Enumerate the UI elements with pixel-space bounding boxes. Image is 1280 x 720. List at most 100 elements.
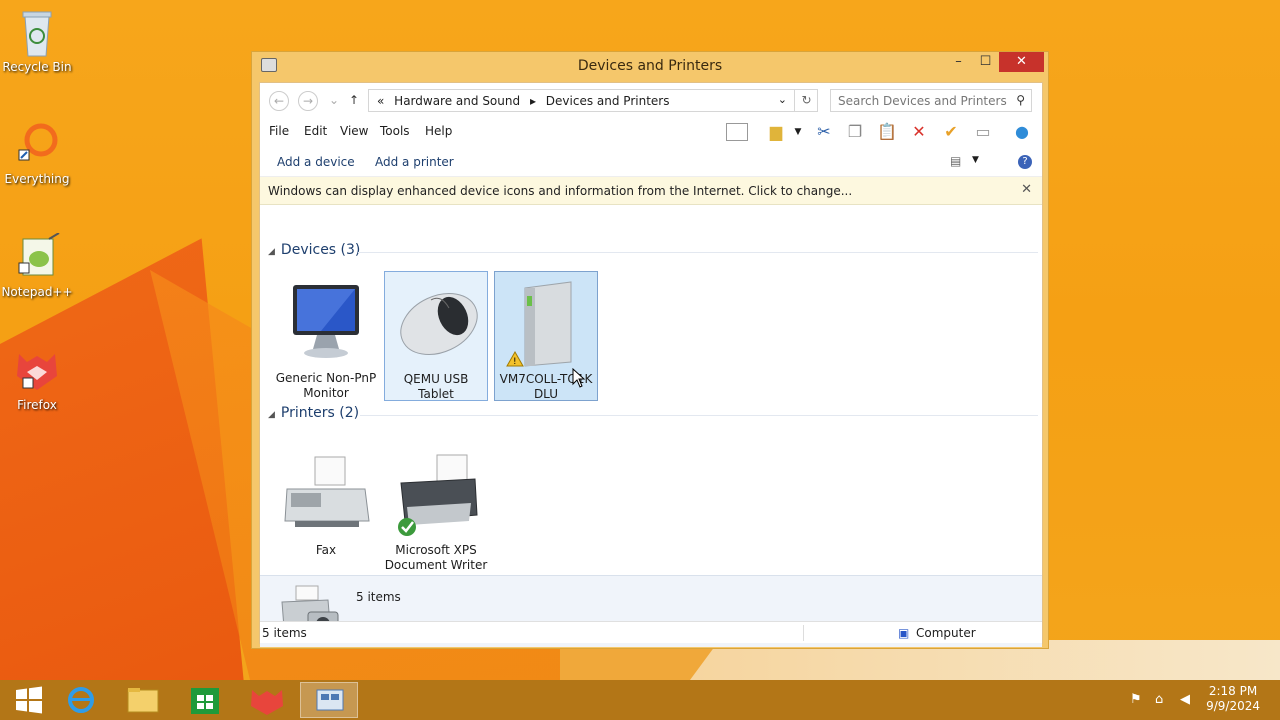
folder-options-icon[interactable]: ▆ xyxy=(765,121,787,143)
taskbar-firefox[interactable] xyxy=(238,682,296,718)
computer-tower-icon: ! xyxy=(501,278,591,368)
paste-icon[interactable]: 📋 xyxy=(876,121,898,143)
back-button[interactable]: ← xyxy=(269,91,289,111)
collapse-triangle-icon[interactable]: ◢ xyxy=(268,410,275,420)
printer-icon xyxy=(391,449,481,539)
refresh-button[interactable]: ↻ xyxy=(794,89,818,112)
taskbar-internet-explorer[interactable] xyxy=(52,682,110,718)
command-bar: Add a device Add a printer ▤ ▼ ? xyxy=(260,147,1042,177)
chevron-down-icon[interactable]: ▼ xyxy=(787,121,809,143)
delete-icon[interactable]: ✕ xyxy=(908,121,930,143)
forward-button[interactable]: → xyxy=(298,91,318,111)
add-printer-button[interactable]: Add a printer xyxy=(375,155,454,169)
info-bar-message[interactable]: Windows can display enhanced device icon… xyxy=(268,184,852,198)
breadcrumb-overflow[interactable]: « xyxy=(377,94,384,108)
menu-file[interactable]: File xyxy=(269,124,289,138)
copy-icon[interactable]: ❐ xyxy=(844,121,866,143)
address-bar[interactable]: « Hardware and Sound ▸ Devices and Print… xyxy=(368,89,818,112)
desktop-icon-notepadpp[interactable]: Notepad++ xyxy=(1,232,73,299)
up-button[interactable]: ↑ xyxy=(344,91,364,111)
breadcrumb-separator[interactable]: ▸ xyxy=(530,94,536,108)
menu-bar: File Edit View Tools Help ▆ ▼ ✂ ❐ 📋 ✕ ✔ … xyxy=(260,117,1042,147)
search-input[interactable]: Search Devices and Printers ⚲ xyxy=(830,89,1032,112)
mouse-cursor-icon xyxy=(572,367,586,392)
taskbar-store[interactable] xyxy=(176,682,234,718)
properties-check-icon[interactable]: ✔ xyxy=(940,121,962,143)
globe-icon[interactable]: ● xyxy=(1011,121,1033,143)
cut-icon[interactable]: ✂ xyxy=(813,121,835,143)
devices-printers-icon xyxy=(316,689,344,711)
printer-label: Microsoft XPS Document Writer xyxy=(384,543,488,572)
preview-pane-icon[interactable] xyxy=(726,123,748,141)
collapse-triangle-icon[interactable]: ◢ xyxy=(268,247,275,257)
start-button[interactable] xyxy=(0,682,58,718)
menu-view[interactable]: View xyxy=(340,124,368,138)
close-icon[interactable]: ✕ xyxy=(1021,182,1032,197)
item-count: 5 items xyxy=(356,590,401,604)
menu-tools[interactable]: Tools xyxy=(380,124,410,138)
taskbar-devices-printers[interactable] xyxy=(300,682,358,718)
store-icon xyxy=(191,688,219,714)
change-view-icon[interactable]: ▤ xyxy=(950,154,961,168)
devices-printers-window: Devices and Printers – ☐ ✕ ← → ⌄ ↑ « Har… xyxy=(251,51,1049,649)
desktop-icon-label: Recycle Bin xyxy=(2,60,72,74)
close-button[interactable]: ✕ xyxy=(999,52,1044,72)
desktop-icon-recycle-bin[interactable]: Recycle Bin xyxy=(1,8,73,74)
rename-icon[interactable]: ▭ xyxy=(972,121,994,143)
minimize-button[interactable]: – xyxy=(945,52,972,72)
notepadpp-icon xyxy=(13,232,61,281)
maximize-button[interactable]: ☐ xyxy=(972,52,999,72)
info-bar[interactable]: Windows can display enhanced device icon… xyxy=(260,177,1042,205)
clock-date: 9/9/2024 xyxy=(1206,699,1260,713)
internet-explorer-icon xyxy=(68,687,94,713)
status-bar: 5 items ▣ Computer xyxy=(260,621,1042,643)
printer-tile[interactable]: Fax xyxy=(274,443,378,573)
group-header-printers[interactable]: ◢ Printers (2) xyxy=(268,405,359,421)
device-tile[interactable]: Generic Non-PnP Monitor xyxy=(274,271,378,401)
folder-icon xyxy=(127,688,159,713)
group-title: Devices (3) xyxy=(280,242,361,258)
menu-edit[interactable]: Edit xyxy=(304,124,327,138)
search-icon[interactable]: ⚲ xyxy=(1016,93,1025,107)
computer-icon: ▣ xyxy=(898,626,910,640)
device-tile[interactable]: QEMU USB Tablet xyxy=(384,271,488,401)
system-clock[interactable]: 2:18 PM 9/9/2024 xyxy=(1206,684,1260,714)
firefox-icon xyxy=(251,690,283,715)
title-bar[interactable]: Devices and Printers – ☐ ✕ xyxy=(252,52,1048,80)
status-divider xyxy=(803,625,804,641)
windows-logo-icon xyxy=(16,686,42,714)
taskbar-file-explorer[interactable] xyxy=(114,682,172,718)
mouse-icon xyxy=(391,278,481,368)
desktop-icon-label: Firefox xyxy=(17,398,57,412)
add-device-button[interactable]: Add a device xyxy=(277,155,355,169)
recent-dropdown-button[interactable]: ⌄ xyxy=(324,91,344,111)
svg-text:!: ! xyxy=(513,357,517,367)
group-divider xyxy=(360,415,1038,416)
taskbar: ⚑ ⌂ ◀ 2:18 PM 9/9/2024 xyxy=(0,680,1280,720)
action-center-flag-icon[interactable]: ⚑ xyxy=(1130,692,1146,708)
device-label: QEMU USB Tablet xyxy=(403,372,469,401)
status-location: Computer xyxy=(916,626,976,640)
breadcrumb-hardware-sound[interactable]: Hardware and Sound xyxy=(394,94,520,108)
menu-help[interactable]: Help xyxy=(425,124,452,138)
network-icon[interactable]: ⌂ xyxy=(1155,692,1171,708)
chevron-down-icon[interactable]: ▼ xyxy=(972,155,979,165)
chevron-down-icon[interactable]: ⌄ xyxy=(778,93,787,106)
breadcrumb-devices-printers[interactable]: Devices and Printers xyxy=(546,94,670,108)
desktop-icon-everything[interactable]: Everything xyxy=(1,120,73,186)
help-icon[interactable]: ? xyxy=(1018,155,1032,169)
volume-muted-icon[interactable]: ◀ xyxy=(1180,692,1196,708)
desktop-icon-firefox[interactable]: Firefox xyxy=(1,346,73,412)
explorer-pane: ← → ⌄ ↑ « Hardware and Sound ▸ Devices a… xyxy=(259,82,1043,647)
device-label: Generic Non-PnP Monitor xyxy=(275,371,377,400)
clock-time: 2:18 PM xyxy=(1208,684,1258,698)
group-divider xyxy=(358,252,1038,253)
desktop-icon-label: Everything xyxy=(4,172,70,186)
printer-tile[interactable]: Microsoft XPS Document Writer xyxy=(384,443,488,573)
group-title: Printers (2) xyxy=(280,405,360,421)
group-header-devices[interactable]: ◢ Devices (3) xyxy=(268,242,360,258)
window-title: Devices and Printers xyxy=(577,58,723,74)
search-placeholder: Search Devices and Printers xyxy=(838,94,1007,108)
monitor-icon xyxy=(281,277,371,367)
firefox-icon xyxy=(13,346,61,394)
